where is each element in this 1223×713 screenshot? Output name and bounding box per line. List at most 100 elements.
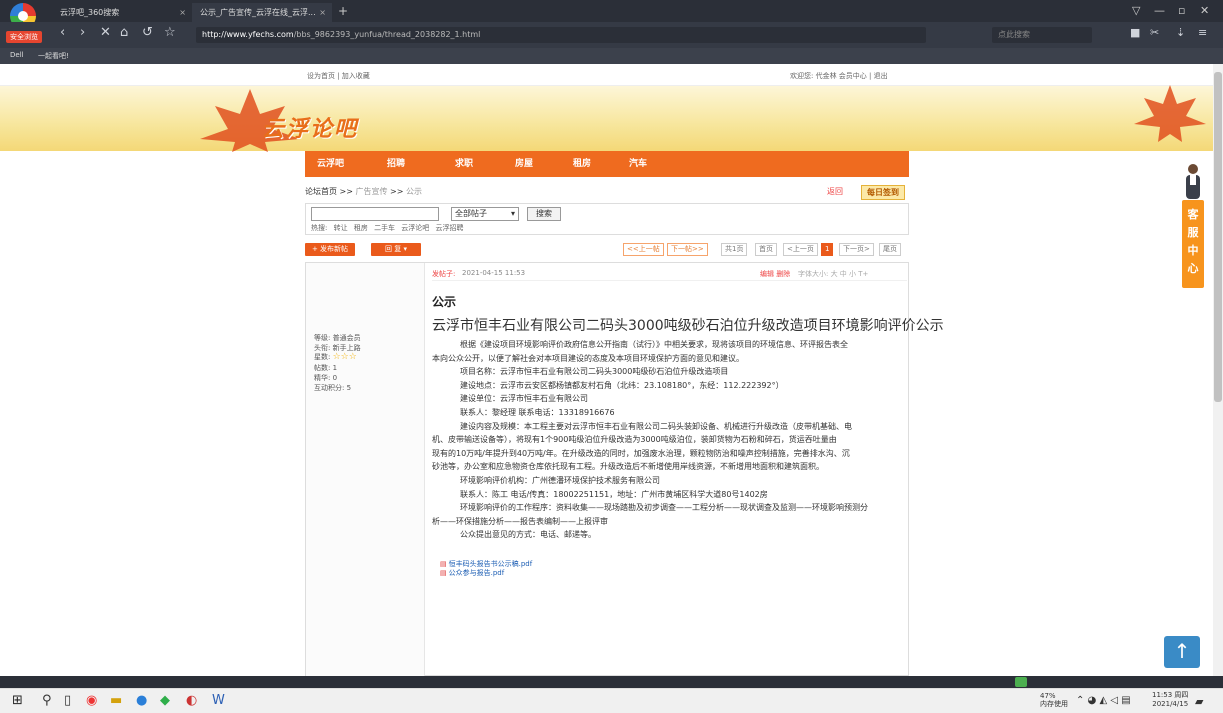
welcome-text[interactable]: 欢迎您: 代金林 会员中心 | 退出 bbox=[790, 71, 888, 81]
attachment-link[interactable]: ▤ 公众参与报告.pdf bbox=[440, 568, 504, 578]
service-char: 中 bbox=[1187, 244, 1199, 257]
tools-icon[interactable]: ✂ bbox=[1150, 26, 1159, 39]
last-page-button[interactable]: 尾页 bbox=[879, 243, 901, 256]
close-icon[interactable]: × bbox=[319, 3, 326, 22]
close-window-icon[interactable]: ✕ bbox=[1200, 4, 1209, 17]
nav-yunfu[interactable]: 云浮吧 bbox=[317, 151, 344, 177]
post-body-line: 砂池等，办公室和应急物资仓库依托现有工程。升级改造后不新增使用岸线资源，不新增用… bbox=[432, 462, 824, 472]
post-date: 2021-04-15 11:53 bbox=[462, 269, 526, 277]
address-bar[interactable]: http://www.yfechs.com/bbs_9862393_yunfua… bbox=[196, 27, 926, 43]
post-body-line: 联系人：陈工 电话/传真：18002251151，地址：广州市黄埔区科学大道80… bbox=[460, 489, 768, 499]
forward-icon[interactable]: › bbox=[80, 25, 85, 40]
browser-360-icon[interactable]: ● bbox=[136, 693, 147, 708]
search-input[interactable] bbox=[311, 207, 439, 221]
nav-jobs[interactable]: 招聘 bbox=[387, 151, 405, 177]
post-author-label: 发帖子: bbox=[432, 270, 456, 278]
windows-start-icon[interactable]: ⊞ bbox=[12, 693, 23, 708]
top-links[interactable]: 设为首页 | 加入收藏 bbox=[307, 71, 370, 81]
tab-search[interactable]: 云浮吧_360搜索 × bbox=[52, 3, 192, 22]
forum-search: 全部帖子 ▾ 搜索 热搜: 转让 租房 二手车 云浮论吧 云浮招聘 bbox=[305, 203, 909, 235]
hot-word[interactable]: 租房 bbox=[354, 224, 368, 232]
nav-seek[interactable]: 求职 bbox=[455, 151, 473, 177]
user-essence-label: 精华: bbox=[314, 374, 331, 382]
minimize-icon[interactable]: — bbox=[1154, 4, 1165, 17]
memory-meter[interactable]: 47% 内存使用 bbox=[1040, 692, 1068, 708]
app-icon[interactable]: ◐ bbox=[186, 693, 197, 708]
search-icon[interactable]: ⚲ bbox=[42, 693, 52, 708]
next-thread-link[interactable]: 下一帖>> bbox=[667, 243, 708, 256]
attachment-name: 公众参与报告.pdf bbox=[448, 569, 505, 577]
user-points-label: 互动积分: bbox=[314, 384, 345, 392]
breadcrumb-sep: >> bbox=[390, 187, 404, 196]
search-scope-value: 全部帖子 bbox=[455, 209, 487, 218]
pdf-icon: ▤ bbox=[440, 560, 447, 568]
prev-thread-link[interactable]: <<上一帖 bbox=[623, 243, 664, 256]
nav-rent[interactable]: 租房 bbox=[573, 151, 591, 177]
folder-icon[interactable]: ▬ bbox=[110, 693, 122, 708]
apps-icon[interactable]: ■ bbox=[1130, 26, 1140, 39]
user-level-value: 普通会员 bbox=[332, 334, 361, 342]
app-icon[interactable]: ◉ bbox=[86, 693, 97, 708]
app-icon[interactable]: ◆ bbox=[160, 693, 170, 708]
word-icon[interactable]: W bbox=[212, 693, 225, 708]
notification-icon[interactable]: ▰ bbox=[1195, 695, 1203, 708]
close-icon[interactable]: × bbox=[179, 3, 186, 22]
edit-delete-links[interactable]: 编辑 删除 bbox=[760, 269, 790, 279]
prev-page-button[interactable]: <上一页 bbox=[783, 243, 818, 256]
status-icon[interactable] bbox=[1015, 677, 1027, 687]
breadcrumb-section[interactable]: 广告宣传 bbox=[356, 187, 388, 196]
customer-service-tab[interactable]: 客服中心 bbox=[1182, 200, 1204, 288]
maple-leaf-decoration bbox=[1134, 85, 1206, 142]
breadcrumb-home[interactable]: 论坛首页 bbox=[305, 187, 337, 196]
service-char: 服 bbox=[1187, 226, 1199, 239]
tab-current[interactable]: 公示_广告宣传_云浮在线_云浮... × bbox=[192, 3, 332, 22]
daily-sign-button[interactable]: 每日签到 bbox=[861, 185, 905, 200]
hot-word[interactable]: 云浮论吧 bbox=[401, 224, 429, 232]
back-icon[interactable]: ‹ bbox=[60, 25, 65, 40]
site-nav: 云浮吧 招聘 求职 房屋 租房 汽车 bbox=[305, 151, 909, 177]
post-body-line: 公众提出意见的方式：电话、邮递等。 bbox=[460, 530, 596, 540]
back-to-top-button[interactable]: ↑ bbox=[1164, 636, 1200, 668]
search-button[interactable]: 搜索 bbox=[527, 207, 561, 221]
scrollbar-thumb[interactable] bbox=[1214, 72, 1222, 402]
browser-brand-badge: 安全浏览 bbox=[6, 31, 42, 43]
star-icon[interactable]: ☆ bbox=[164, 25, 176, 40]
font-size-controls[interactable]: 字体大小: 大 中 小 T+ bbox=[798, 269, 868, 279]
first-page-button[interactable]: 首页 bbox=[755, 243, 777, 256]
bookmark-watch[interactable]: 一起看吧! bbox=[38, 51, 69, 61]
hot-word[interactable]: 转让 bbox=[334, 224, 348, 232]
new-post-button[interactable]: + 发布新帖 bbox=[305, 243, 355, 256]
next-page-button[interactable]: 下一页> bbox=[839, 243, 874, 256]
hot-word[interactable]: 二手车 bbox=[374, 224, 395, 232]
web-search-input[interactable]: 点此搜索 bbox=[992, 27, 1092, 43]
nav-house[interactable]: 房屋 bbox=[515, 151, 533, 177]
system-clock[interactable]: 11:53 周四 2021/4/15 bbox=[1152, 691, 1188, 709]
download-icon[interactable]: ⇣ bbox=[1176, 26, 1185, 39]
nav-car[interactable]: 汽车 bbox=[629, 151, 647, 177]
menu-icon[interactable]: ▽ bbox=[1132, 4, 1140, 17]
post-body-line: 现有的10万吨/年提升到40万吨/年。在升级改造的同时，加强废水治理，颗粒物防治… bbox=[432, 448, 850, 458]
breadcrumb-sep: >> bbox=[339, 187, 353, 196]
bookmark-dell[interactable]: Dell bbox=[10, 51, 24, 59]
new-tab-icon[interactable]: + bbox=[338, 4, 348, 18]
service-avatar-icon[interactable] bbox=[1183, 162, 1203, 204]
search-scope-select[interactable]: 全部帖子 ▾ bbox=[451, 207, 519, 221]
task-view-icon[interactable]: ▯ bbox=[64, 693, 71, 708]
user-stars: 星数: ☆☆☆ bbox=[314, 352, 357, 362]
reply-button[interactable]: 回 复 ▾ bbox=[371, 243, 421, 256]
user-points: 互动积分: 5 bbox=[314, 383, 351, 393]
post-body-line: 项目名称：云浮市恒丰石业有限公司二码头3000吨级砂石泊位升级改造项目 bbox=[460, 367, 729, 377]
browser-menu-icon[interactable]: ≡ bbox=[1198, 26, 1207, 39]
site-top-strip: 设为首页 | 加入收藏 欢迎您: 代金林 会员中心 | 退出 bbox=[0, 64, 1213, 86]
tray-icons[interactable]: ⌃ ◕ ◭ ◁ ▤ bbox=[1076, 695, 1131, 706]
maximize-icon[interactable]: ▫ bbox=[1178, 4, 1185, 17]
hot-word[interactable]: 云浮招聘 bbox=[436, 224, 464, 232]
stop-icon[interactable]: ✕ bbox=[100, 25, 111, 40]
return-link[interactable]: 返回 bbox=[827, 183, 843, 201]
site-logo[interactable]: 云浮论吧 bbox=[262, 111, 358, 143]
clock-date: 2021/4/15 bbox=[1152, 700, 1189, 708]
undo-icon[interactable]: ↺ bbox=[142, 25, 153, 40]
current-page-button[interactable]: 1 bbox=[821, 243, 834, 256]
post-headline: 云浮市恒丰石业有限公司二码头3000吨级砂石泊位升级改造项目环境影响评价公示 bbox=[432, 318, 944, 334]
home-icon[interactable]: ⌂ bbox=[120, 25, 128, 40]
